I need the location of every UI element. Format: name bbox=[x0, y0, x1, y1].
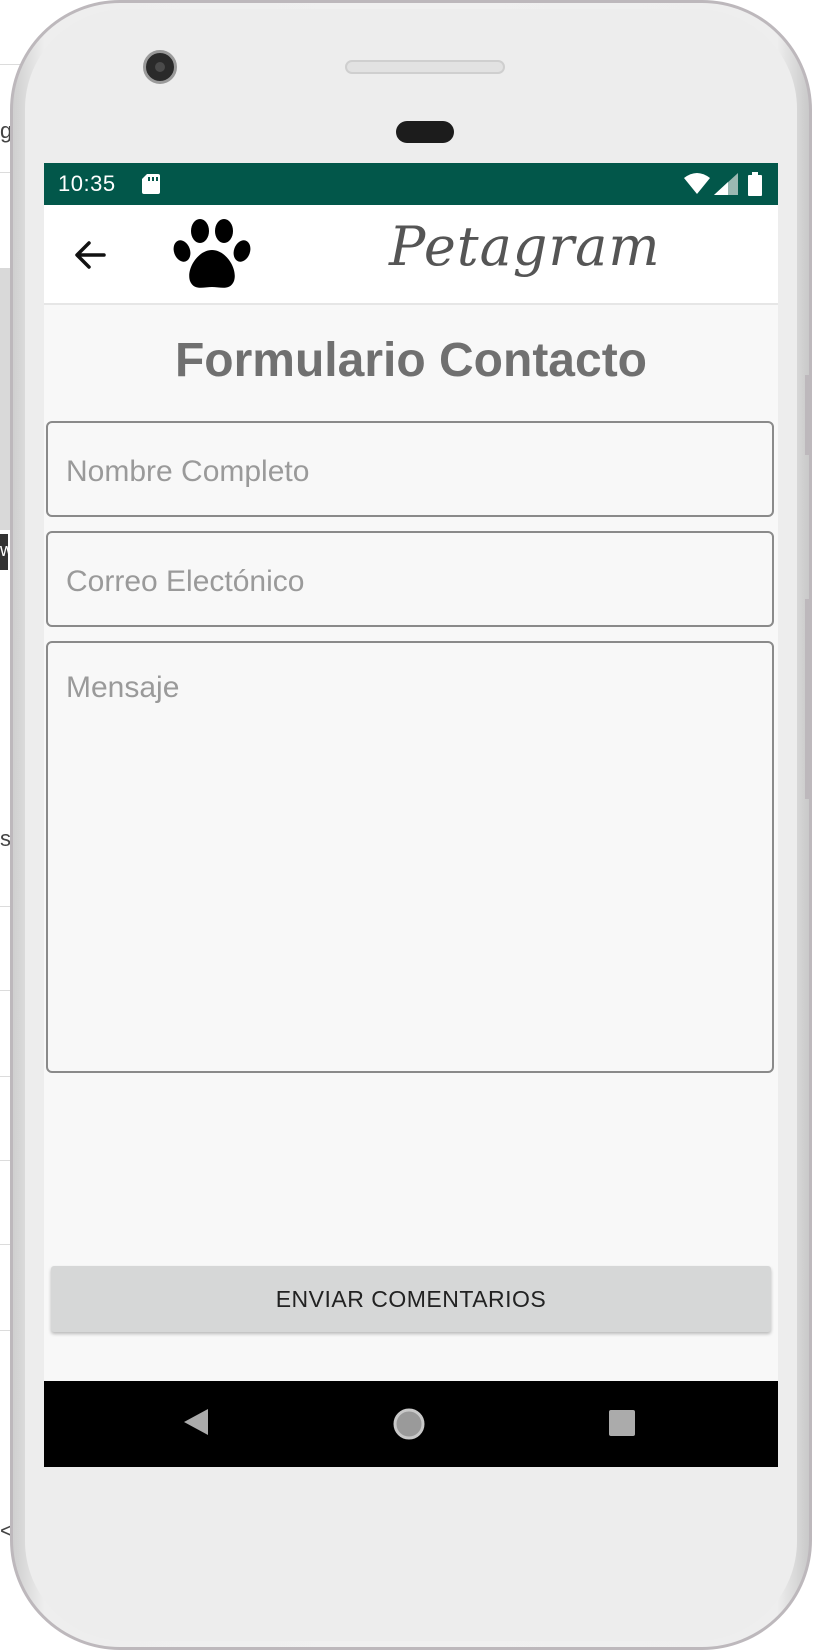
app-brand-title: Petagram bbox=[389, 215, 661, 278]
triangle-back-icon[interactable] bbox=[182, 1407, 210, 1442]
status-bar: 10:35 bbox=[44, 163, 778, 205]
wifi-icon bbox=[684, 173, 710, 200]
full-name-input[interactable]: Nombre Completo bbox=[46, 421, 774, 517]
message-placeholder: Mensaje bbox=[66, 671, 180, 704]
email-input[interactable]: Correo Electónico bbox=[46, 531, 774, 627]
square-recents-icon[interactable] bbox=[609, 1410, 635, 1441]
volume-button bbox=[805, 375, 809, 455]
phone-frame: 10:35 Petagram Formulario Contacto Nombr… bbox=[10, 0, 812, 1650]
send-comments-button[interactable]: ENVIAR COMENTARIOS bbox=[51, 1266, 771, 1332]
app-screen: 10:35 Petagram Formulario Contacto Nombr… bbox=[44, 163, 778, 1467]
system-nav-bar bbox=[44, 1381, 778, 1467]
arrow-left-icon bbox=[75, 241, 106, 269]
battery-icon bbox=[748, 172, 762, 201]
circle-home-icon[interactable] bbox=[392, 1407, 426, 1446]
back-button[interactable] bbox=[70, 235, 110, 275]
power-button bbox=[805, 599, 809, 799]
cell-signal-icon bbox=[714, 173, 738, 200]
earpiece-speaker bbox=[345, 60, 505, 74]
paw-icon bbox=[172, 217, 252, 298]
form-title: Formulario Contacto bbox=[174, 334, 647, 387]
message-textarea[interactable]: Mensaje bbox=[46, 641, 774, 1073]
full-name-placeholder: Nombre Completo bbox=[66, 455, 310, 488]
status-time: 10:35 bbox=[58, 171, 116, 196]
email-placeholder: Correo Electónico bbox=[66, 565, 305, 598]
proximity-sensor bbox=[396, 121, 454, 143]
sd-card-icon bbox=[142, 174, 160, 199]
app-toolbar: Petagram bbox=[44, 205, 778, 305]
front-camera bbox=[143, 50, 177, 84]
